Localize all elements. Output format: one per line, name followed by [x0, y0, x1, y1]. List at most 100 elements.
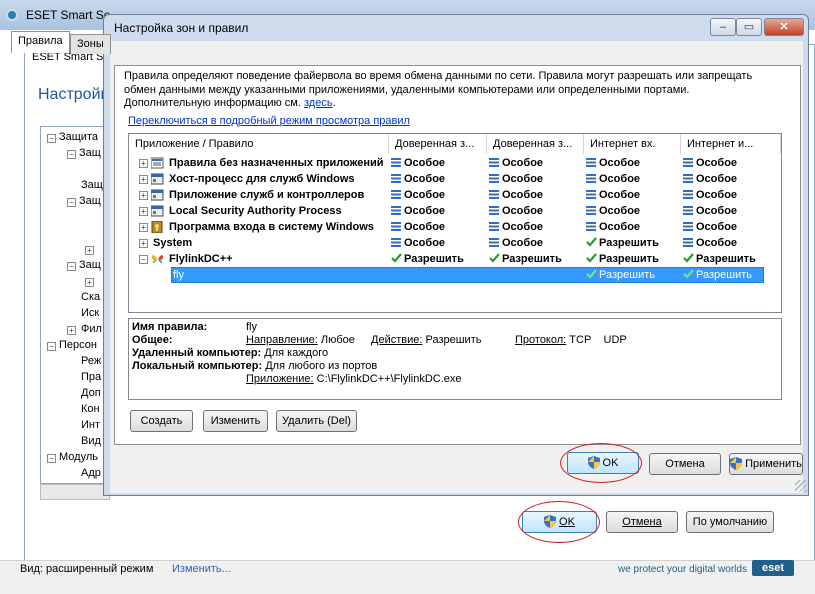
- zone-action-cell: Особое: [586, 187, 640, 203]
- tree-item[interactable]: Модуль: [59, 451, 98, 463]
- expand-icon[interactable]: +: [139, 207, 148, 216]
- rule-group-row[interactable]: + Программа входа в систему Windows Особое…: [129, 219, 781, 235]
- column-header-trusted-zone-out[interactable]: Доверенная з...: [487, 134, 584, 154]
- rule-group-name: Программа входа в систему Windows: [169, 221, 374, 233]
- zone-action-text: Разрешить: [696, 253, 756, 265]
- zone-action-cell: Особое: [391, 171, 445, 187]
- zone-action-cell: Особое: [683, 235, 737, 251]
- rule-row-selected[interactable]: fly Разрешить Разрешить: [129, 267, 781, 283]
- help-link[interactable]: здесь: [304, 97, 333, 109]
- tree-item[interactable]: Защита: [59, 131, 98, 143]
- custom-rule-icon: [489, 158, 499, 167]
- background-default-label: По умолчанию: [692, 516, 768, 528]
- tree-item[interactable]: Доп: [81, 387, 101, 399]
- tab-rules[interactable]: Правила: [11, 31, 70, 53]
- rule-group-row[interactable]: + System Особое Особое Разрешить Особое: [129, 235, 781, 251]
- rule-group-row[interactable]: + Local Security Authority Process Особое О…: [129, 203, 781, 219]
- rule-group-name: Правила без назначенных приложений: [169, 157, 384, 169]
- column-header-trusted-zone-in[interactable]: Доверенная з...: [389, 134, 487, 154]
- zone-action-text: Особое: [502, 173, 544, 185]
- tree-item[interactable]: Персон: [59, 339, 97, 351]
- expand-icon[interactable]: +: [139, 175, 148, 184]
- butterfly-icon: [151, 255, 164, 264]
- expand-icon[interactable]: +: [139, 239, 148, 248]
- close-button[interactable]: ✕: [764, 18, 804, 36]
- column-header-application[interactable]: Приложение / Правило: [129, 134, 389, 154]
- dialog-cancel-button[interactable]: Отмена: [649, 453, 721, 475]
- tree-item[interactable]: Адр: [81, 467, 101, 479]
- tree-collapse-icon[interactable]: −: [67, 262, 76, 271]
- expand-icon[interactable]: +: [139, 191, 148, 200]
- custom-rule-icon: [586, 206, 596, 215]
- tree-collapse-icon[interactable]: −: [67, 198, 76, 207]
- minimize-button[interactable]: –: [710, 18, 736, 36]
- tree-horizontal-scrollbar[interactable]: [40, 484, 110, 500]
- tree-item[interactable]: Вид: [81, 435, 101, 447]
- custom-rule-icon: [391, 158, 401, 167]
- annotation-circle: [560, 443, 642, 483]
- zone-action-cell: Разрешить: [683, 267, 752, 283]
- resize-grip-icon[interactable]: [795, 480, 807, 492]
- tab-zones[interactable]: Зоны: [70, 34, 111, 54]
- rule-group-row[interactable]: + Хост-процесс для служб Windows Особое Осо…: [129, 171, 781, 187]
- zone-action-text: Особое: [696, 157, 738, 169]
- rule-group-row[interactable]: + Правила без назначенных приложений Особо…: [129, 155, 781, 171]
- rule-details-panel: Имя правила: fly Общее: Направление: Люб…: [128, 318, 782, 400]
- custom-rule-icon: [489, 238, 499, 247]
- create-rule-button[interactable]: Создать: [130, 410, 193, 432]
- detailed-view-link[interactable]: Переключиться в подробный режим просмотр…: [128, 115, 410, 127]
- allow-check-icon: [391, 253, 402, 263]
- settings-tree[interactable]: − Защита − Защ Защ − Защ + − Защ + Ска И…: [40, 126, 110, 484]
- tree-collapse-icon[interactable]: −: [47, 134, 56, 143]
- tree-item[interactable]: Защ: [79, 195, 101, 207]
- background-window-title: ESET Smart Se: [26, 8, 111, 22]
- background-default-button[interactable]: По умолчанию: [686, 511, 774, 533]
- eset-brand-logo: eset: [752, 560, 794, 576]
- zone-action-text: Особое: [599, 189, 641, 201]
- delete-rule-button[interactable]: Удалить (Del): [276, 410, 357, 432]
- annotation-circle: [518, 501, 600, 543]
- expand-icon[interactable]: +: [139, 159, 148, 168]
- allow-check-icon: [586, 269, 597, 279]
- column-header-internet-in[interactable]: Интернет вх.: [584, 134, 681, 154]
- collapse-icon[interactable]: −: [139, 255, 148, 264]
- tree-item[interactable]: Ска: [81, 291, 100, 303]
- rule-group-row[interactable]: + Приложение служб и контроллеров Особое Ос…: [129, 187, 781, 203]
- tree-expand-icon[interactable]: +: [85, 278, 94, 287]
- rule-group-row[interactable]: − FlylinkDC++ Разрешить Разрешить Разрешить Р…: [129, 251, 781, 267]
- custom-rule-icon: [586, 190, 596, 199]
- tree-item[interactable]: Защ: [79, 147, 101, 159]
- expand-icon[interactable]: +: [139, 223, 148, 232]
- custom-rule-icon: [683, 206, 693, 215]
- tree-item[interactable]: Пра: [81, 371, 101, 383]
- tree-collapse-icon[interactable]: −: [47, 342, 56, 351]
- tree-item[interactable]: Кон: [81, 403, 100, 415]
- tree-item[interactable]: Иск: [81, 307, 99, 319]
- tree-expand-icon[interactable]: +: [85, 246, 94, 255]
- rule-group-name: Local Security Authority Process: [169, 205, 342, 217]
- zone-action-cell: Особое: [489, 171, 543, 187]
- zone-action-cell: Особое: [489, 187, 543, 203]
- dialog-apply-button[interactable]: Применить: [729, 453, 803, 475]
- tree-expand-icon[interactable]: +: [67, 326, 76, 335]
- tree-collapse-icon[interactable]: −: [47, 454, 56, 463]
- tree-item[interactable]: Инт: [81, 419, 100, 431]
- tree-collapse-icon[interactable]: −: [67, 150, 76, 159]
- tree-item[interactable]: Фил: [81, 323, 102, 335]
- maximize-button[interactable]: ▭: [736, 18, 762, 36]
- tree-item[interactable]: Защ: [79, 259, 101, 271]
- protocol-label: Протокол:: [515, 334, 567, 346]
- tree-item[interactable]: Реж: [81, 355, 101, 367]
- column-header-internet-out[interactable]: Интернет и...: [681, 134, 781, 154]
- delete-label: Удалить (Del): [282, 415, 351, 427]
- tree-item[interactable]: Защ: [81, 179, 103, 191]
- zone-action-cell: Особое: [683, 171, 737, 187]
- background-cancel-button[interactable]: Отмена: [606, 511, 678, 533]
- zone-action-cell: Особое: [683, 219, 737, 235]
- edit-rule-button[interactable]: Изменить: [203, 410, 268, 432]
- rule-name: fly: [173, 269, 184, 281]
- rule-name-value: fly: [246, 321, 257, 333]
- change-view-link[interactable]: Изменить...: [172, 563, 231, 575]
- zone-action-cell: Разрешить: [489, 251, 562, 267]
- rules-list[interactable]: Приложение / Правило Доверенная з... Дов…: [128, 133, 782, 313]
